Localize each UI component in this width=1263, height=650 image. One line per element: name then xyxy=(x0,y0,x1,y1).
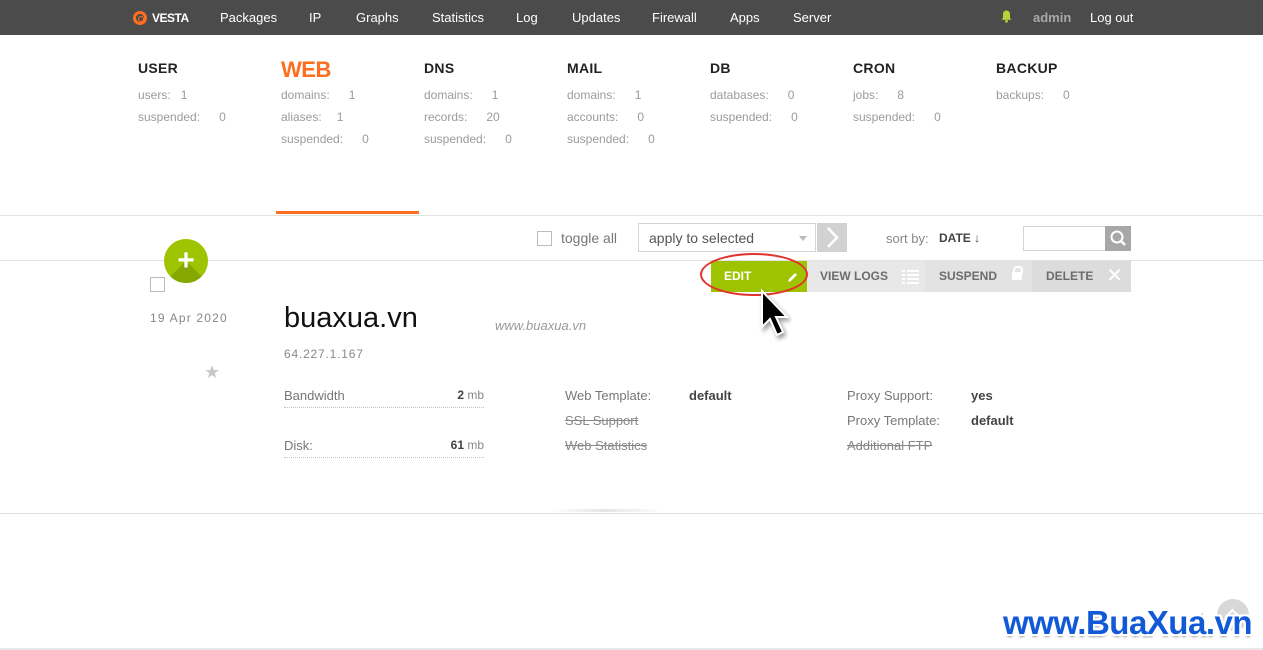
apply-to-selected-select[interactable]: apply to selected xyxy=(638,223,816,252)
stat-cron[interactable]: CRON jobs: 8 suspended: 0 xyxy=(853,60,941,128)
stat-row: suspended: 0 xyxy=(138,110,226,124)
disk-metric: Disk: 61 mb xyxy=(284,438,484,458)
stat-row: domains: 1 xyxy=(424,88,499,102)
stat-backup[interactable]: BACKUP backups: 0 xyxy=(996,60,1070,106)
stat-row: databases: 0 xyxy=(710,88,795,102)
proxy-support-value: yes xyxy=(971,388,993,403)
stat-row: suspended: 0 xyxy=(424,132,512,146)
sort-by-date[interactable]: DATE ↓ xyxy=(939,231,980,245)
vesta-logo[interactable]: VESTA xyxy=(133,8,189,28)
active-tab-underline xyxy=(276,211,419,214)
stat-row: jobs: 8 xyxy=(853,88,905,102)
nav-log[interactable]: Log xyxy=(516,10,538,25)
divider xyxy=(0,513,1263,514)
add-web-domain-button[interactable]: + xyxy=(164,239,208,283)
stat-dns[interactable]: DNS domains: 1 records: 20 suspended: 0 xyxy=(424,60,512,150)
stat-mail[interactable]: MAIL domains: 1 accounts: 0 suspended: 0 xyxy=(567,60,655,150)
stat-title: WEB xyxy=(281,57,331,82)
close-icon: ✕ xyxy=(1106,265,1123,287)
nav-apps[interactable]: Apps xyxy=(730,10,760,25)
proxy-template-label: Proxy Template: xyxy=(847,413,940,428)
divider xyxy=(0,215,1263,216)
stat-row: suspended: 0 xyxy=(281,132,369,146)
domain-name: buaxua.vn xyxy=(284,302,418,334)
nav-statistics[interactable]: Statistics xyxy=(432,10,484,25)
nav-graphs[interactable]: Graphs xyxy=(356,10,399,25)
select-value: apply to selected xyxy=(649,230,755,246)
delete-label: DELETE xyxy=(1046,269,1094,283)
domain-ip: 64.227.1.167 xyxy=(284,347,364,361)
web-statistics-label: Web Statistics xyxy=(565,438,648,453)
loading-indicator xyxy=(551,509,661,512)
suspend-button[interactable]: SUSPEND xyxy=(925,261,1032,292)
stat-row: domains: 1 xyxy=(567,88,642,102)
stat-user[interactable]: USER users: 1 suspended: 0 xyxy=(138,60,226,128)
mouse-cursor-icon xyxy=(761,288,790,337)
stat-web[interactable]: WEB domains: 1 aliases: 1 suspended: 0 xyxy=(281,57,369,150)
stat-row: suspended: 0 xyxy=(710,110,798,124)
bandwidth-metric: Bandwidth 2 mb xyxy=(284,388,484,408)
stat-title: BACKUP xyxy=(996,60,1058,76)
stat-row: domains: 1 xyxy=(281,88,356,102)
nav-packages[interactable]: Packages xyxy=(220,10,277,25)
caret-down-icon xyxy=(799,236,807,241)
metric-label: Disk: xyxy=(284,438,313,453)
watermark: www.BuaXua.vn xyxy=(1003,604,1253,641)
web-template-value: default xyxy=(689,388,732,403)
metric-unit: mb xyxy=(467,388,484,402)
top-navbar: VESTA Packages IP Graphs Statistics Log … xyxy=(0,0,1263,35)
row-date: 19 Apr 2020 xyxy=(150,311,228,325)
stat-title: DB xyxy=(710,60,731,76)
user-name[interactable]: admin xyxy=(1033,10,1071,25)
vesta-logo-icon xyxy=(133,11,147,25)
metric-label: Bandwidth xyxy=(284,388,345,403)
proxy-support-label: Proxy Support: xyxy=(847,388,933,403)
nav-firewall[interactable]: Firewall xyxy=(652,10,697,25)
search-button[interactable] xyxy=(1105,226,1131,251)
sort-label: sort by: xyxy=(886,231,929,246)
logo-text: VESTA xyxy=(152,11,189,25)
stat-row: suspended: 0 xyxy=(853,110,941,124)
additional-ftp-label: Additional FTP xyxy=(847,438,933,453)
bell-icon[interactable] xyxy=(1001,10,1012,23)
search-icon xyxy=(1110,230,1126,246)
nav-ip[interactable]: IP xyxy=(309,10,321,25)
stat-row: suspended: 0 xyxy=(567,132,655,146)
plus-icon: + xyxy=(177,244,195,277)
nav-server[interactable]: Server xyxy=(793,10,831,25)
lock-icon xyxy=(1012,266,1023,280)
logout-link[interactable]: Log out xyxy=(1090,10,1133,25)
proxy-template-value: default xyxy=(971,413,1014,428)
view-logs-button[interactable]: VIEW LOGS xyxy=(807,261,925,292)
toggle-all-label[interactable]: toggle all xyxy=(561,230,617,246)
stat-title: MAIL xyxy=(567,60,603,76)
stat-db[interactable]: DB databases: 0 suspended: 0 xyxy=(710,60,798,128)
list-icon xyxy=(902,270,919,284)
delete-button[interactable]: DELETE ✕ xyxy=(1032,261,1131,292)
chevron-right-icon xyxy=(827,227,839,248)
search-input[interactable] xyxy=(1023,226,1106,251)
metric-unit: mb xyxy=(467,438,484,452)
view-logs-label: VIEW LOGS xyxy=(820,269,889,283)
web-template-label: Web Template: xyxy=(565,388,652,403)
ssl-support-label: SSL Support xyxy=(565,413,639,428)
stat-row: records: 20 xyxy=(424,110,500,124)
suspend-label: SUSPEND xyxy=(939,269,998,283)
row-checkbox[interactable] xyxy=(150,277,165,292)
stat-title: USER xyxy=(138,60,179,76)
stat-row: users: 1 xyxy=(138,88,188,102)
stat-row: backups: 0 xyxy=(996,88,1070,102)
stat-row: aliases: 1 xyxy=(281,110,344,124)
domain-alias: www.buaxua.vn xyxy=(495,318,587,333)
nav-updates[interactable]: Updates xyxy=(572,10,620,25)
apply-button[interactable] xyxy=(817,223,847,252)
toggle-all-checkbox[interactable] xyxy=(537,231,552,246)
metric-value: 2 xyxy=(457,388,464,402)
stat-row: accounts: 0 xyxy=(567,110,645,124)
stat-title: CRON xyxy=(853,60,896,76)
star-icon[interactable]: ★ xyxy=(204,362,220,383)
stat-title: DNS xyxy=(424,60,455,76)
metric-value: 61 xyxy=(450,438,464,452)
